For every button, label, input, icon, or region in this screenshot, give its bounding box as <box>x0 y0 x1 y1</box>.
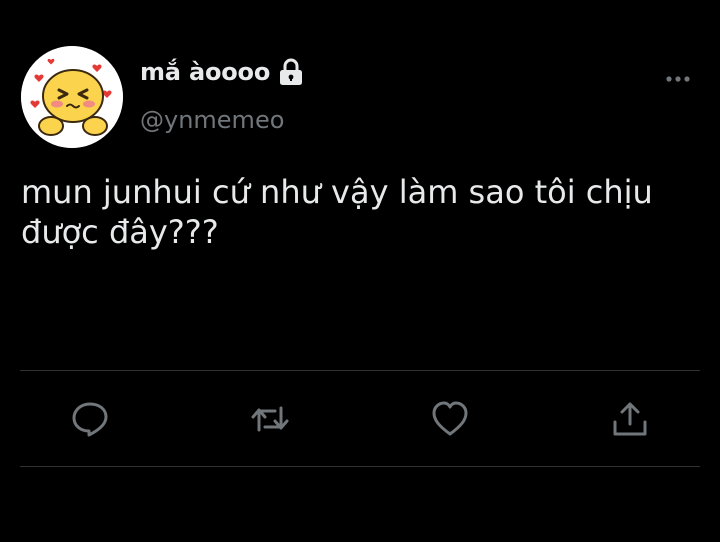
avatar[interactable] <box>21 46 123 148</box>
tweet-text: mun junhui cứ như vậy làm sao tôi chịu đ… <box>21 173 653 251</box>
retweet-icon <box>251 406 289 432</box>
divider <box>20 466 700 467</box>
heart-icon <box>432 401 468 436</box>
lock-icon <box>280 58 303 85</box>
emoji-avatar-icon <box>21 46 123 148</box>
action-bar <box>0 398 720 440</box>
display-name-row: mắ àoooo <box>140 58 304 86</box>
share-icon <box>613 402 647 436</box>
display-name[interactable]: mắ àoooo <box>140 58 270 86</box>
user-handle[interactable]: @ynmemeo <box>140 106 284 134</box>
tweet-card: mắ àoooo @ynmemeo mun junhui cứ như vậy … <box>0 0 720 542</box>
more-options-icon <box>666 76 690 82</box>
retweet-button[interactable] <box>249 398 291 440</box>
share-button[interactable] <box>609 398 651 440</box>
reply-button[interactable] <box>69 398 111 440</box>
like-button[interactable] <box>429 398 471 440</box>
more-options-button[interactable] <box>660 66 696 92</box>
divider <box>20 370 700 371</box>
reply-icon <box>72 402 108 437</box>
